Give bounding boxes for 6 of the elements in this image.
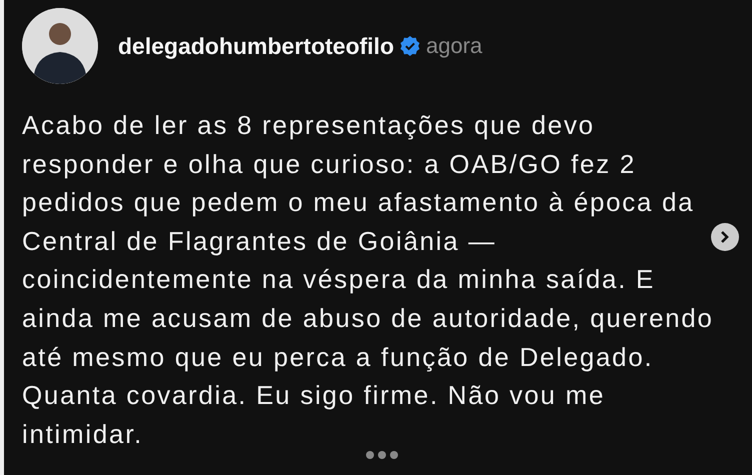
next-button[interactable] xyxy=(711,223,739,251)
post-time: agora xyxy=(426,33,482,59)
post-text: Acabo de ler as 8 representações que devo responder e olha que curioso: a OAB/GO fez 2 pedidos que pedem o meu afastamento à época da Central de Flagrantes de Goiânia — coincidentemente na véspera da minha saída. E ainda me acusam de abuso de autoridade, querendo até mesmo que eu perca a função de Delegado. Quanta covardia. Eu sigo firme. Não vou me intimidar. xyxy=(22,109,715,451)
pagination-dots-icon xyxy=(365,450,399,460)
chevron-right-icon xyxy=(719,230,731,244)
username[interactable]: delegadohumbertoteofilo xyxy=(118,32,394,60)
